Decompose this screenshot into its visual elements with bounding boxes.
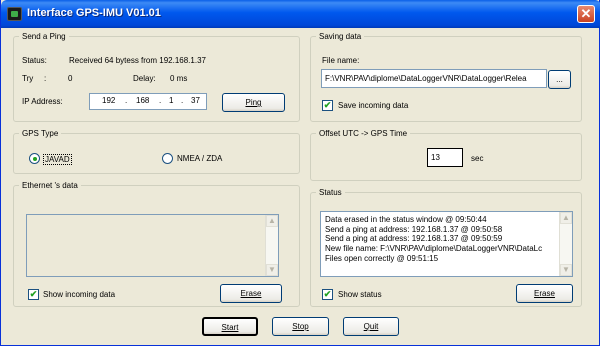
ping-button-label: Ping — [245, 98, 262, 107]
start-button-label: Start — [221, 323, 239, 332]
main-window: Interface GPS-IMU V01.01 ✕ Send a Ping S… — [0, 0, 600, 346]
show-status-checkbox[interactable]: ✔ — [322, 289, 333, 300]
file-name-input[interactable]: F:\VNR\PAV\diplome\DataLoggerVNR\DataLog… — [321, 69, 547, 88]
try-separator: : — [44, 74, 47, 83]
show-status-label[interactable]: Show status — [338, 290, 382, 299]
radio-nmea-zda-label[interactable]: NMEA / ZDA — [177, 154, 222, 163]
save-incoming-data-checkbox[interactable]: ✔ — [322, 100, 333, 111]
status-line: Data erased in the status window @ 09:50… — [325, 215, 487, 224]
ethernet-scrollbar[interactable]: ▲ ▼ — [265, 215, 278, 276]
ethernet-legend: Ethernet 's data — [22, 181, 78, 190]
saving-data-legend: Saving data — [319, 32, 362, 41]
ping-legend: Send a Ping — [22, 32, 66, 41]
ping-status-value: Received 64 bytess from 192.168.1.37 — [69, 56, 206, 65]
offset-input[interactable]: 13 — [427, 148, 463, 167]
start-button[interactable]: Start — [202, 317, 258, 336]
ip-address-label: IP Address: — [22, 97, 63, 106]
browse-button-label: ... — [556, 75, 563, 84]
title-bar[interactable]: Interface GPS-IMU V01.01 ✕ — [1, 0, 600, 28]
ethernet-data-textarea[interactable]: ▲ ▼ — [26, 214, 279, 277]
status-line: Files open correctly @ 09:51:15 — [325, 254, 439, 263]
ip-dot: . — [181, 96, 184, 105]
offset-value: 13 — [431, 153, 440, 162]
stop-button-label: Stop — [292, 322, 309, 331]
stop-button[interactable]: Stop — [272, 317, 329, 336]
scroll-down-icon[interactable]: ▼ — [560, 264, 572, 276]
save-incoming-data-label[interactable]: Save incoming data — [338, 101, 408, 110]
offset-unit: sec — [471, 154, 484, 163]
ping-button[interactable]: Ping — [222, 93, 285, 112]
status-legend: Status — [319, 188, 342, 197]
app-icon — [7, 7, 22, 21]
ethernet-erase-label: Erase — [240, 289, 262, 298]
offset-legend: Offset UTC -> GPS Time — [319, 129, 408, 138]
quit-button[interactable]: Quit — [343, 317, 399, 336]
status-line: New file name: F:\VNR\PAV\diplome\DataLo… — [325, 244, 543, 253]
window-title: Interface GPS-IMU V01.01 — [27, 7, 161, 19]
status-textarea[interactable]: Data erased in the status window @ 09:50… — [320, 211, 573, 277]
ip-dot: . — [125, 96, 128, 105]
radio-javad-label[interactable]: JAVAD — [43, 154, 72, 165]
ip-dot: . — [159, 96, 162, 105]
quit-button-label: Quit — [363, 322, 379, 331]
status-erase-label: Erase — [534, 289, 555, 298]
scroll-down-icon[interactable]: ▼ — [266, 264, 278, 276]
status-label: Status: — [22, 56, 47, 65]
scroll-up-icon[interactable]: ▲ — [560, 212, 572, 224]
ethernet-erase-button[interactable]: Erase — [220, 284, 282, 303]
delay-value: 0 ms — [170, 74, 188, 83]
ip-octet-3[interactable]: 1 — [169, 96, 173, 105]
show-incoming-data-label[interactable]: Show incoming data — [43, 290, 115, 299]
ip-address-field[interactable]: 192 . 168 . 1 . 37 — [89, 93, 207, 110]
radio-nmea-zda[interactable] — [162, 153, 173, 164]
ip-octet-1[interactable]: 192 — [102, 96, 115, 105]
browse-button[interactable]: ... — [548, 70, 571, 89]
try-label: Try — [22, 74, 34, 83]
close-button[interactable]: ✕ — [577, 5, 595, 23]
gps-type-legend: GPS Type — [22, 129, 59, 138]
status-scrollbar[interactable]: ▲ ▼ — [559, 212, 572, 276]
try-value: 0 — [68, 74, 73, 83]
gps-type-group: GPS Type — [13, 129, 300, 174]
ip-octet-4[interactable]: 37 — [191, 96, 200, 105]
status-line: Send a ping at address: 192.168.1.37 @ 0… — [325, 234, 503, 243]
file-name-value: F:\VNR\PAV\diplome\DataLoggerVNR\DataLog… — [325, 74, 527, 83]
status-erase-button[interactable]: Erase — [516, 284, 573, 303]
status-line: Send a ping at address: 192.168.1.37 @ 0… — [325, 225, 503, 234]
ip-octet-2[interactable]: 168 — [136, 96, 149, 105]
show-incoming-data-checkbox[interactable]: ✔ — [28, 289, 39, 300]
file-name-label: File name: — [322, 56, 360, 65]
scroll-up-icon[interactable]: ▲ — [266, 215, 278, 227]
radio-javad[interactable] — [29, 153, 40, 164]
delay-label: Delay: — [133, 74, 156, 83]
